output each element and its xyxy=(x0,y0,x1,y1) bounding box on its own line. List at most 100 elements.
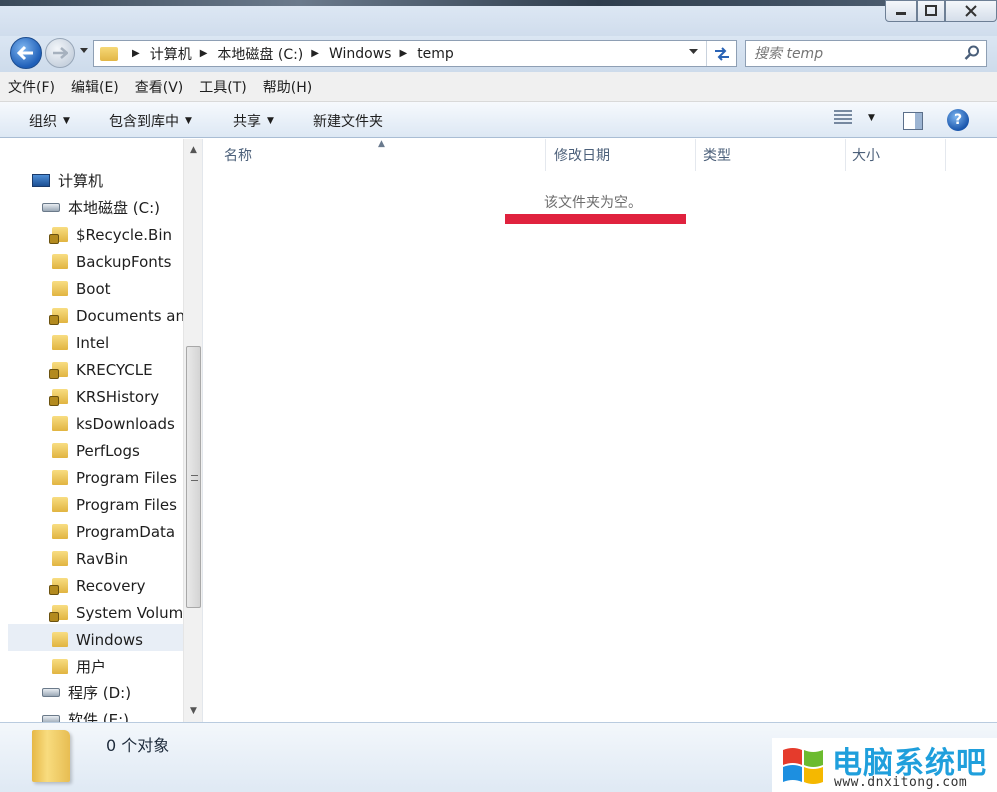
chevron-down-icon: ▼ xyxy=(868,113,875,123)
locked-folder-icon xyxy=(49,362,68,379)
tree-item-folder[interactable]: System Volume Information xyxy=(49,599,202,626)
tree-item-folder[interactable]: RavBin xyxy=(52,545,128,572)
tree-item-label: RavBin xyxy=(76,549,129,568)
menu-view[interactable]: 查看(V) xyxy=(135,77,184,97)
tree-item-folder[interactable]: ksDownloads xyxy=(52,410,175,437)
folder-icon xyxy=(52,281,68,296)
tree-item-drive-d[interactable]: 程序 (D:) xyxy=(42,679,131,706)
windows-logo-icon xyxy=(783,748,823,784)
tree-item-computer[interactable]: 计算机 xyxy=(32,167,103,194)
red-underline-annotation xyxy=(505,214,686,224)
restore-icon xyxy=(925,5,937,16)
breadcrumb-temp[interactable]: temp xyxy=(417,46,454,62)
nav-scrollbar[interactable]: ▲ ▼ xyxy=(183,139,202,722)
maximize-button[interactable] xyxy=(917,0,945,22)
recent-pages-dropdown[interactable] xyxy=(80,46,88,57)
tree-item-drive-e[interactable]: 软件 (E:) xyxy=(42,706,129,722)
breadcrumb-separator-icon[interactable]: ▶ xyxy=(200,48,208,59)
tree-item-folder[interactable]: Program Files (x86) xyxy=(52,491,202,518)
folder-icon xyxy=(32,730,70,782)
tree-item-folder[interactable]: Program Files xyxy=(52,464,177,491)
minimize-button[interactable] xyxy=(885,0,917,22)
search-icon[interactable] xyxy=(964,45,980,61)
tree-item-drive-c[interactable]: 本地磁盘 (C:) xyxy=(42,194,160,221)
back-button[interactable] xyxy=(10,37,42,69)
folder-icon xyxy=(52,416,68,431)
tree-item-label: KRECYCLE xyxy=(76,360,153,379)
tree-item-folder[interactable]: $Recycle.Bin xyxy=(49,221,172,248)
close-icon xyxy=(965,5,977,17)
window-controls xyxy=(885,0,997,22)
column-header-name[interactable]: 名称 xyxy=(204,139,546,171)
tree-item-folder[interactable]: 用户 xyxy=(52,653,106,680)
change-view-button[interactable]: ▼ xyxy=(834,110,875,126)
preview-pane-button[interactable] xyxy=(903,112,923,130)
address-bar[interactable]: ▶ 计算机 ▶ 本地磁盘 (C:) ▶ Windows ▶ temp xyxy=(93,40,737,67)
locked-folder-icon xyxy=(49,605,68,622)
locked-folder-icon xyxy=(49,308,68,325)
scroll-thumb[interactable] xyxy=(186,346,201,608)
address-history-dropdown[interactable] xyxy=(689,47,698,58)
folder-icon xyxy=(52,659,68,674)
folder-icon xyxy=(52,443,68,458)
menu-tools[interactable]: 工具(T) xyxy=(199,77,246,97)
computer-icon xyxy=(32,174,50,187)
tree-item-label: 程序 (D:) xyxy=(68,684,132,702)
tree-item-folder[interactable]: Windows xyxy=(52,626,143,653)
tree-item-label: 用户 xyxy=(76,658,107,676)
tree-item-folder[interactable]: PerfLogs xyxy=(52,437,140,464)
tree-item-label: BackupFonts xyxy=(76,252,172,271)
tree-item-folder[interactable]: Documents and Settings xyxy=(49,302,202,329)
tree-item-folder[interactable]: KRECYCLE xyxy=(49,356,153,383)
breadcrumb-separator-icon[interactable]: ▶ xyxy=(132,48,140,59)
tree-item-folder[interactable]: Boot xyxy=(52,275,111,302)
tree-item-folder[interactable]: BackupFonts xyxy=(52,248,171,275)
share-label: 共享 xyxy=(233,114,261,130)
drive-icon xyxy=(42,715,60,722)
menu-file[interactable]: 文件(F) xyxy=(8,77,55,97)
column-header-size[interactable]: 大小 xyxy=(846,139,946,171)
help-icon: ? xyxy=(953,112,963,128)
breadcrumb-separator-icon[interactable]: ▶ xyxy=(399,48,407,59)
column-header-modified[interactable]: 修改日期 xyxy=(546,139,696,171)
organize-label: 组织 xyxy=(29,114,57,130)
scroll-down-button[interactable]: ▼ xyxy=(184,702,202,720)
folder-icon xyxy=(52,470,68,485)
breadcrumb-separator-icon[interactable]: ▶ xyxy=(311,48,319,59)
menu-edit[interactable]: 编辑(E) xyxy=(71,77,119,97)
search-input[interactable] xyxy=(754,45,954,62)
folder-icon xyxy=(52,254,68,269)
new-folder-button[interactable]: 新建文件夹 xyxy=(313,111,383,131)
help-button[interactable]: ? xyxy=(947,109,969,131)
column-header-label: 修改日期 xyxy=(554,148,610,164)
scroll-up-button[interactable]: ▲ xyxy=(184,141,202,159)
folder-icon xyxy=(52,335,68,350)
arrow-right-icon xyxy=(53,47,68,59)
refresh-button[interactable] xyxy=(706,41,736,66)
breadcrumb: ▶ 计算机 ▶ 本地磁盘 (C:) ▶ Windows ▶ temp xyxy=(126,44,454,64)
address-row: ▶ 计算机 ▶ 本地磁盘 (C:) ▶ Windows ▶ temp xyxy=(0,36,997,72)
organize-button[interactable]: 组织 ▼ xyxy=(29,111,70,131)
folder-icon xyxy=(52,551,68,566)
include-in-library-button[interactable]: 包含到库中 ▼ xyxy=(109,111,192,131)
menu-help[interactable]: 帮助(H) xyxy=(263,77,312,97)
tree-item-folder[interactable]: Intel xyxy=(52,329,109,356)
tree-item-folder[interactable]: KRSHistory xyxy=(49,383,159,410)
share-button[interactable]: 共享 ▼ xyxy=(233,111,274,131)
folder-icon xyxy=(52,497,68,512)
column-header-type[interactable]: 类型 xyxy=(696,139,846,171)
chevron-down-icon xyxy=(80,48,88,53)
menu-bar: 文件(F) 编辑(E) 查看(V) 工具(T) 帮助(H) xyxy=(0,72,997,102)
window-top-strip xyxy=(0,0,997,6)
tree-item-folder[interactable]: ProgramData xyxy=(52,518,175,545)
breadcrumb-windows[interactable]: Windows xyxy=(329,46,392,62)
forward-button[interactable] xyxy=(45,38,75,68)
tree-item-label: PerfLogs xyxy=(76,441,140,460)
tree-item-folder[interactable]: Recovery xyxy=(49,572,146,599)
tree-item-label: Intel xyxy=(76,333,110,352)
breadcrumb-drive-c[interactable]: 本地磁盘 (C:) xyxy=(217,44,303,64)
close-button[interactable] xyxy=(945,0,997,22)
file-list-view[interactable]: 名称 ▲ 修改日期 类型 大小 该文件夹为空。 xyxy=(204,139,997,722)
breadcrumb-computer[interactable]: 计算机 xyxy=(150,44,192,64)
minimize-icon xyxy=(896,12,906,15)
